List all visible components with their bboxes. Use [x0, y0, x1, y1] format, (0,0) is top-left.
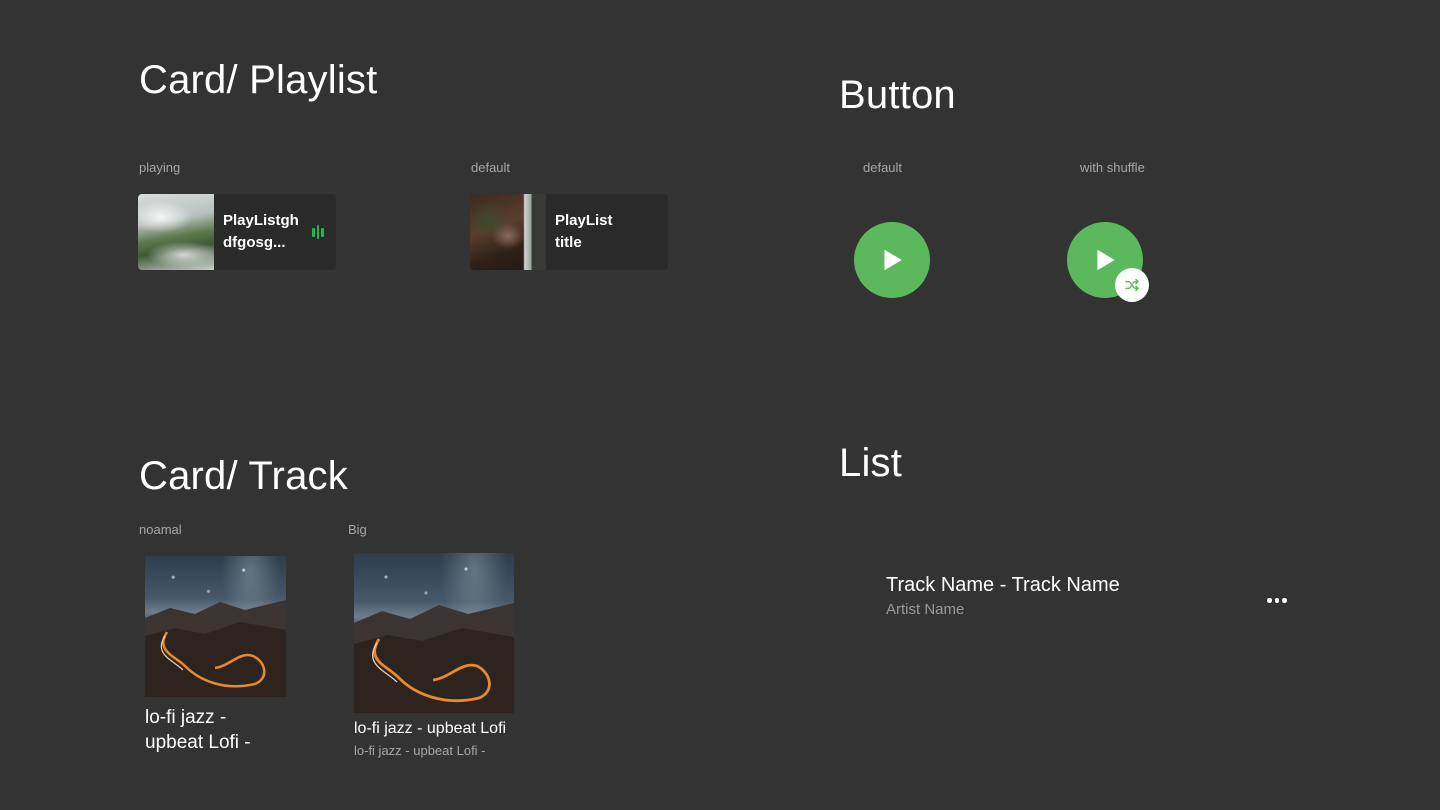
variant-label-default: default [471, 160, 511, 175]
track-cover-image [354, 553, 514, 713]
section-title-button: Button [839, 73, 956, 117]
section-title-card-track: Card/ Track [139, 454, 348, 498]
track-card-normal[interactable]: lo-fi jazz - upbeat Lofi - [145, 556, 286, 755]
playlist-title-line-1: PlayList [555, 212, 613, 229]
playlist-cover-image [138, 194, 214, 270]
variant-label-playing: playing [139, 160, 181, 175]
playlist-card-title: PlayListgh dfgosg... [214, 210, 310, 254]
shuffle-toggle[interactable] [1115, 268, 1149, 302]
section-title-list: List [839, 441, 903, 485]
track-title-line-1: lo-fi jazz - [145, 707, 227, 728]
track-card-title: lo-fi jazz - upbeat Lofi - [145, 705, 285, 755]
track-title-line-2: upbeat Lofi - [145, 732, 251, 753]
variant-label-track-normal: noamal [139, 522, 182, 537]
variant-label-button-shuffle: with shuffle [1080, 160, 1145, 175]
variant-label-track-big: Big [348, 522, 367, 537]
playlist-card-default[interactable]: PlayList title [470, 194, 668, 270]
playlist-title-line-2: title [555, 234, 582, 251]
variant-label-button-default: default [863, 160, 903, 175]
list-item-title: Track Name - Track Name [886, 574, 1120, 596]
play-icon [1097, 249, 1115, 271]
equalizer-icon [312, 225, 324, 239]
playlist-title-line-1: PlayListgh [223, 212, 299, 229]
playlist-card-title: PlayList title [546, 210, 642, 254]
shuffle-icon [1125, 278, 1139, 292]
playlist-title-line-2: dfgosg... [223, 234, 286, 251]
list-item-track[interactable]: Track Name - Track Name Artist Name [886, 574, 1286, 626]
track-card-title: lo-fi jazz - upbeat Lofi [354, 720, 507, 737]
list-item-artist: Artist Name [886, 601, 965, 618]
track-card-big[interactable]: lo-fi jazz - upbeat Lofi lo-fi jazz - up… [354, 553, 514, 758]
play-button[interactable] [854, 222, 930, 298]
more-horizontal-icon[interactable] [1265, 596, 1289, 605]
playlist-cover-image [470, 194, 546, 270]
playlist-card-playing[interactable]: PlayListgh dfgosg... [138, 194, 336, 270]
section-title-card-playlist: Card/ Playlist [139, 58, 378, 102]
track-cover-image [145, 556, 286, 697]
play-icon [884, 249, 902, 271]
track-card-subtitle: lo-fi jazz - upbeat Lofi - [354, 743, 486, 758]
